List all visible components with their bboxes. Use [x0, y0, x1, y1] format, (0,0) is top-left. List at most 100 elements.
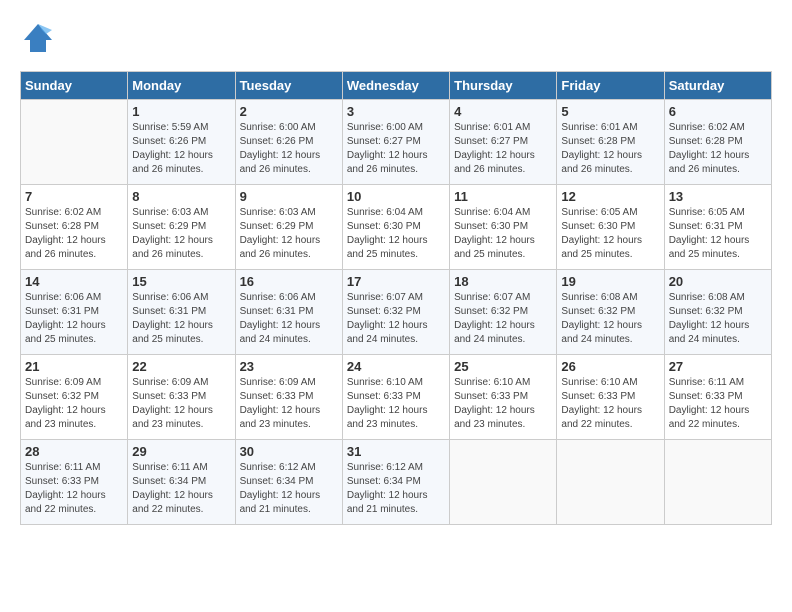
day-number: 19	[561, 274, 659, 289]
logo	[20, 20, 64, 61]
calendar-cell: 7 Sunrise: 6:02 AM Sunset: 6:28 PM Daylig…	[21, 185, 128, 270]
calendar-cell: 9 Sunrise: 6:03 AM Sunset: 6:29 PM Daylig…	[235, 185, 342, 270]
calendar-cell	[557, 440, 664, 525]
calendar-cell: 17 Sunrise: 6:07 AM Sunset: 6:32 PM Dayli…	[342, 270, 449, 355]
day-info: Sunrise: 6:02 AM Sunset: 6:28 PM Dayligh…	[669, 121, 767, 177]
day-number: 29	[132, 444, 230, 459]
calendar-cell: 10 Sunrise: 6:04 AM Sunset: 6:30 PM Dayli…	[342, 185, 449, 270]
calendar-cell: 20 Sunrise: 6:08 AM Sunset: 6:32 PM Dayli…	[664, 270, 771, 355]
calendar-cell: 26Sunrise: 6:10 AM Sunset: 6:33 PM Dayli…	[557, 355, 664, 440]
calendar-cell: 18 Sunrise: 6:07 AM Sunset: 6:32 PM Dayli…	[450, 270, 557, 355]
day-info: Sunrise: 6:09 AM Sunset: 6:33 PM Dayligh…	[240, 376, 338, 432]
day-number: 28	[25, 444, 123, 459]
weekday-header-monday: Monday	[128, 72, 235, 100]
logo-icon	[20, 20, 56, 61]
day-info: Sunrise: 6:10 AM Sunset: 6:33 PM Dayligh…	[454, 376, 552, 432]
day-info: Sunrise: 6:08 AM Sunset: 6:32 PM Dayligh…	[669, 291, 767, 347]
calendar-cell: 4 Sunrise: 6:01 AM Sunset: 6:27 PM Daylig…	[450, 100, 557, 185]
calendar-cell: 8 Sunrise: 6:03 AM Sunset: 6:29 PM Daylig…	[128, 185, 235, 270]
calendar-cell: 1Sunrise: 5:59 AM Sunset: 6:26 PM Daylig…	[128, 100, 235, 185]
calendar-cell: 28 Sunrise: 6:11 AM Sunset: 6:33 PM Dayli…	[21, 440, 128, 525]
day-number: 9	[240, 189, 338, 204]
day-info: Sunrise: 6:07 AM Sunset: 6:32 PM Dayligh…	[347, 291, 445, 347]
calendar-cell: 22 Sunrise: 6:09 AM Sunset: 6:33 PM Dayli…	[128, 355, 235, 440]
day-number: 30	[240, 444, 338, 459]
calendar-cell: 21 Sunrise: 6:09 AM Sunset: 6:32 PM Dayli…	[21, 355, 128, 440]
day-info: Sunrise: 6:06 AM Sunset: 6:31 PM Dayligh…	[132, 291, 230, 347]
calendar-cell: 6 Sunrise: 6:02 AM Sunset: 6:28 PM Daylig…	[664, 100, 771, 185]
calendar-cell: 30Sunrise: 6:12 AM Sunset: 6:34 PM Dayli…	[235, 440, 342, 525]
day-info: Sunrise: 6:05 AM Sunset: 6:31 PM Dayligh…	[669, 206, 767, 262]
calendar-cell: 23 Sunrise: 6:09 AM Sunset: 6:33 PM Dayli…	[235, 355, 342, 440]
day-number: 4	[454, 104, 552, 119]
weekday-header-wednesday: Wednesday	[342, 72, 449, 100]
calendar-table: SundayMondayTuesdayWednesdayThursdayFrid…	[20, 71, 772, 525]
day-info: Sunrise: 6:03 AM Sunset: 6:29 PM Dayligh…	[240, 206, 338, 262]
calendar-cell: 16Sunrise: 6:06 AM Sunset: 6:31 PM Dayli…	[235, 270, 342, 355]
calendar-cell: 12 Sunrise: 6:05 AM Sunset: 6:30 PM Dayli…	[557, 185, 664, 270]
calendar-cell: 29 Sunrise: 6:11 AM Sunset: 6:34 PM Dayli…	[128, 440, 235, 525]
day-number: 7	[25, 189, 123, 204]
day-number: 11	[454, 189, 552, 204]
day-number: 15	[132, 274, 230, 289]
day-number: 5	[561, 104, 659, 119]
day-info: Sunrise: 6:00 AM Sunset: 6:27 PM Dayligh…	[347, 121, 445, 177]
day-number: 31	[347, 444, 445, 459]
day-number: 3	[347, 104, 445, 119]
calendar-cell: 25Sunrise: 6:10 AM Sunset: 6:33 PM Dayli…	[450, 355, 557, 440]
day-number: 13	[669, 189, 767, 204]
day-info: Sunrise: 6:00 AM Sunset: 6:26 PM Dayligh…	[240, 121, 338, 177]
calendar-cell: 5 Sunrise: 6:01 AM Sunset: 6:28 PM Daylig…	[557, 100, 664, 185]
weekday-header-friday: Friday	[557, 72, 664, 100]
day-number: 23	[240, 359, 338, 374]
day-info: Sunrise: 6:09 AM Sunset: 6:33 PM Dayligh…	[132, 376, 230, 432]
calendar-cell: 24 Sunrise: 6:10 AM Sunset: 6:33 PM Dayli…	[342, 355, 449, 440]
calendar-cell: 11 Sunrise: 6:04 AM Sunset: 6:30 PM Dayli…	[450, 185, 557, 270]
day-info: Sunrise: 6:07 AM Sunset: 6:32 PM Dayligh…	[454, 291, 552, 347]
day-number: 6	[669, 104, 767, 119]
calendar-cell: 31 Sunrise: 6:12 AM Sunset: 6:34 PM Dayli…	[342, 440, 449, 525]
calendar-cell	[21, 100, 128, 185]
weekday-header-tuesday: Tuesday	[235, 72, 342, 100]
day-number: 21	[25, 359, 123, 374]
calendar-cell	[664, 440, 771, 525]
calendar-cell: 13 Sunrise: 6:05 AM Sunset: 6:31 PM Dayli…	[664, 185, 771, 270]
calendar-cell: 3 Sunrise: 6:00 AM Sunset: 6:27 PM Daylig…	[342, 100, 449, 185]
weekday-header-sunday: Sunday	[21, 72, 128, 100]
day-info: Sunrise: 6:04 AM Sunset: 6:30 PM Dayligh…	[454, 206, 552, 262]
day-info: Sunrise: 6:10 AM Sunset: 6:33 PM Dayligh…	[561, 376, 659, 432]
calendar-cell	[450, 440, 557, 525]
calendar-cell: 2 Sunrise: 6:00 AM Sunset: 6:26 PM Daylig…	[235, 100, 342, 185]
day-info: Sunrise: 6:11 AM Sunset: 6:34 PM Dayligh…	[132, 461, 230, 517]
day-info: Sunrise: 6:01 AM Sunset: 6:28 PM Dayligh…	[561, 121, 659, 177]
day-info: Sunrise: 6:04 AM Sunset: 6:30 PM Dayligh…	[347, 206, 445, 262]
day-number: 2	[240, 104, 338, 119]
day-info: Sunrise: 6:12 AM Sunset: 6:34 PM Dayligh…	[347, 461, 445, 517]
day-info: Sunrise: 6:11 AM Sunset: 6:33 PM Dayligh…	[25, 461, 123, 517]
day-info: Sunrise: 6:09 AM Sunset: 6:32 PM Dayligh…	[25, 376, 123, 432]
calendar-cell: 14 Sunrise: 6:06 AM Sunset: 6:31 PM Dayli…	[21, 270, 128, 355]
day-number: 12	[561, 189, 659, 204]
calendar-cell: 19 Sunrise: 6:08 AM Sunset: 6:32 PM Dayli…	[557, 270, 664, 355]
day-number: 24	[347, 359, 445, 374]
day-info: Sunrise: 5:59 AM Sunset: 6:26 PM Dayligh…	[132, 121, 230, 177]
day-info: Sunrise: 6:10 AM Sunset: 6:33 PM Dayligh…	[347, 376, 445, 432]
day-number: 16	[240, 274, 338, 289]
day-info: Sunrise: 6:08 AM Sunset: 6:32 PM Dayligh…	[561, 291, 659, 347]
day-number: 27	[669, 359, 767, 374]
day-info: Sunrise: 6:03 AM Sunset: 6:29 PM Dayligh…	[132, 206, 230, 262]
day-info: Sunrise: 6:01 AM Sunset: 6:27 PM Dayligh…	[454, 121, 552, 177]
day-number: 17	[347, 274, 445, 289]
day-number: 8	[132, 189, 230, 204]
day-number: 14	[25, 274, 123, 289]
day-info: Sunrise: 6:06 AM Sunset: 6:31 PM Dayligh…	[25, 291, 123, 347]
day-number: 20	[669, 274, 767, 289]
weekday-header-thursday: Thursday	[450, 72, 557, 100]
day-info: Sunrise: 6:11 AM Sunset: 6:33 PM Dayligh…	[669, 376, 767, 432]
calendar-cell: 15 Sunrise: 6:06 AM Sunset: 6:31 PM Dayli…	[128, 270, 235, 355]
day-number: 22	[132, 359, 230, 374]
day-info: Sunrise: 6:05 AM Sunset: 6:30 PM Dayligh…	[561, 206, 659, 262]
day-info: Sunrise: 6:02 AM Sunset: 6:28 PM Dayligh…	[25, 206, 123, 262]
day-number: 18	[454, 274, 552, 289]
day-number: 10	[347, 189, 445, 204]
